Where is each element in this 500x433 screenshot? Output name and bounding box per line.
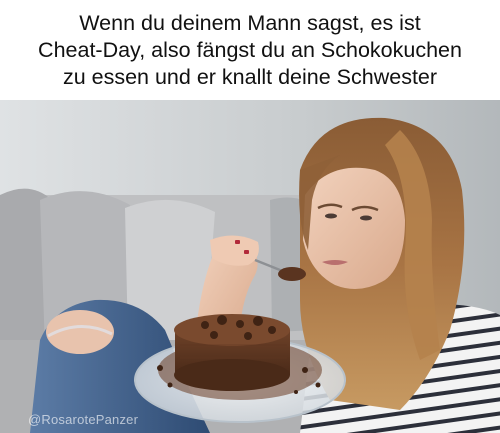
face — [303, 167, 405, 289]
watermark-label: @RosarotePanzer — [28, 412, 139, 427]
meme-photo — [0, 100, 500, 433]
cake-bite — [278, 267, 306, 281]
woman-eating-cake-photo — [0, 100, 500, 433]
meme: Wenn du deinem Mann sagst, es ist Cheat-… — [0, 0, 500, 433]
meme-caption: Wenn du deinem Mann sagst, es ist Cheat-… — [38, 10, 462, 89]
